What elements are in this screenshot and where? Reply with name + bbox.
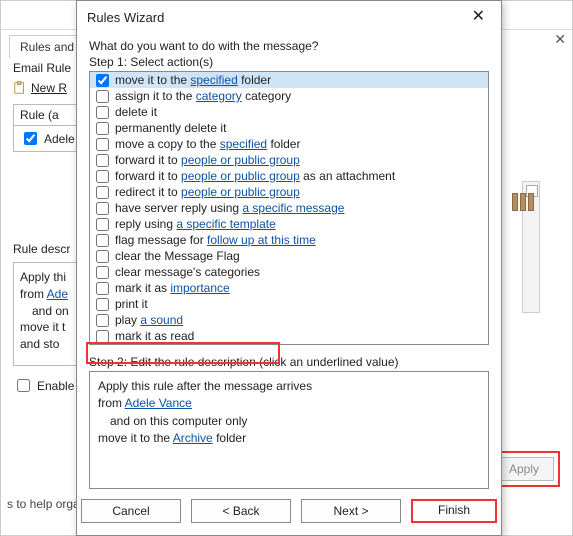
- action-link[interactable]: a sound: [140, 313, 183, 327]
- enable-checkbox[interactable]: [17, 379, 30, 392]
- action-row[interactable]: clear message's categories: [90, 264, 488, 280]
- back-button[interactable]: < Back: [191, 499, 291, 523]
- wizard-button-row: Cancel < Back Next > Finish: [77, 489, 501, 535]
- action-row[interactable]: reply using a specific template: [90, 216, 488, 232]
- action-checkbox[interactable]: [96, 106, 109, 119]
- step1-label: Step 1: Select action(s): [89, 55, 489, 69]
- wizard-prompt: What do you want to do with the message?: [89, 39, 489, 53]
- action-row[interactable]: clear the Message Flag: [90, 248, 488, 264]
- close-icon[interactable]: ✕: [554, 31, 566, 48]
- action-checkbox[interactable]: [96, 234, 109, 247]
- action-label: stop processing more rules: [115, 344, 259, 345]
- action-label: mark it as read: [115, 328, 194, 344]
- action-link[interactable]: people or public group: [181, 169, 300, 183]
- action-link[interactable]: specified: [220, 137, 267, 151]
- rule-name: Adele: [44, 132, 75, 146]
- desc-line: from Adele Vance: [98, 395, 480, 412]
- rule-enabled-checkbox[interactable]: [24, 132, 37, 145]
- desc-line: Apply this rule after the message arrive…: [98, 378, 480, 395]
- action-row[interactable]: forward it to people or public group as …: [90, 168, 488, 184]
- action-row[interactable]: mark it as read: [90, 328, 488, 344]
- action-checkbox[interactable]: [96, 266, 109, 279]
- action-row[interactable]: assign it to the category category: [90, 88, 488, 104]
- action-label: assign it to the category category: [115, 88, 291, 104]
- action-label: play a sound: [115, 312, 183, 328]
- action-checkbox[interactable]: [96, 218, 109, 231]
- action-label: move it to the specified folder: [115, 72, 271, 88]
- action-label: print it: [115, 296, 148, 312]
- action-label: clear the Message Flag: [115, 248, 240, 264]
- action-link[interactable]: a specific message: [242, 201, 344, 215]
- action-checkbox[interactable]: [96, 154, 109, 167]
- action-row[interactable]: delete it: [90, 104, 488, 120]
- action-checkbox[interactable]: [96, 298, 109, 311]
- actions-list[interactable]: move it to the specified folderassign it…: [89, 71, 489, 345]
- action-checkbox[interactable]: [96, 202, 109, 215]
- rules-wizard-dialog: Rules Wizard ✕ What do you want to do wi…: [76, 0, 502, 536]
- desc-link-folder[interactable]: Archive: [173, 431, 213, 445]
- action-label: delete it: [115, 104, 157, 120]
- finish-button[interactable]: Finish: [415, 503, 493, 517]
- action-link[interactable]: people or public group: [181, 185, 300, 199]
- action-link[interactable]: category: [196, 89, 242, 103]
- action-link[interactable]: follow up at this time: [207, 233, 316, 247]
- rule-action-icon: [512, 193, 534, 211]
- action-row[interactable]: flag message for follow up at this time: [90, 232, 488, 248]
- bg-desc-link[interactable]: Ade: [47, 287, 68, 301]
- action-row[interactable]: print it: [90, 296, 488, 312]
- action-label: forward it to people or public group as …: [115, 168, 395, 184]
- desc-link-sender[interactable]: Adele Vance: [125, 396, 192, 410]
- desc-line: and on this computer only: [98, 413, 480, 430]
- action-checkbox[interactable]: [96, 314, 109, 327]
- action-row[interactable]: redirect it to people or public group: [90, 184, 488, 200]
- finish-highlight: Finish: [411, 499, 497, 523]
- action-row[interactable]: have server reply using a specific messa…: [90, 200, 488, 216]
- action-row[interactable]: move it to the specified folder: [90, 72, 488, 88]
- next-button[interactable]: Next >: [301, 499, 401, 523]
- action-checkbox[interactable]: [96, 138, 109, 151]
- action-link[interactable]: people or public group: [181, 153, 300, 167]
- new-rule-label: New R: [31, 81, 67, 95]
- action-checkbox[interactable]: [96, 122, 109, 135]
- dialog-title: Rules Wizard: [87, 10, 164, 25]
- action-label: mark it as importance: [115, 280, 230, 296]
- action-link[interactable]: a specific template: [176, 217, 275, 231]
- action-label: permanently delete it: [115, 120, 226, 136]
- help-text: s to help orga: [7, 497, 80, 511]
- action-label: redirect it to people or public group: [115, 184, 300, 200]
- action-checkbox[interactable]: [96, 330, 109, 343]
- action-row[interactable]: move a copy to the specified folder: [90, 136, 488, 152]
- action-row[interactable]: play a sound: [90, 312, 488, 328]
- action-row[interactable]: mark it as importance: [90, 280, 488, 296]
- action-row[interactable]: stop processing more rules: [90, 344, 488, 345]
- action-checkbox[interactable]: [96, 186, 109, 199]
- action-checkbox[interactable]: [96, 170, 109, 183]
- action-label: have server reply using a specific messa…: [115, 200, 344, 216]
- step2-label: Step 2: Edit the rule description (click…: [89, 355, 489, 369]
- desc-line: move it to the Archive folder: [98, 430, 480, 447]
- action-label: clear message's categories: [115, 264, 260, 280]
- action-checkbox[interactable]: [96, 90, 109, 103]
- action-row[interactable]: forward it to people or public group: [90, 152, 488, 168]
- action-label: flag message for follow up at this time: [115, 232, 316, 248]
- close-icon[interactable]: ✕: [466, 7, 491, 27]
- cancel-button[interactable]: Cancel: [81, 499, 181, 523]
- action-checkbox[interactable]: [96, 282, 109, 295]
- action-checkbox[interactable]: [96, 250, 109, 263]
- action-link[interactable]: importance: [170, 281, 229, 295]
- action-label: forward it to people or public group: [115, 152, 300, 168]
- rule-description-editor[interactable]: Apply this rule after the message arrive…: [89, 371, 489, 489]
- new-rule-button[interactable]: New R: [13, 81, 67, 95]
- action-row[interactable]: permanently delete it: [90, 120, 488, 136]
- enable-label: Enable: [37, 379, 74, 393]
- action-label: reply using a specific template: [115, 216, 276, 232]
- action-link[interactable]: specified: [190, 73, 237, 87]
- new-rule-icon: [13, 81, 27, 95]
- apply-button[interactable]: Apply: [494, 457, 554, 481]
- action-checkbox[interactable]: [96, 74, 109, 87]
- action-label: move a copy to the specified folder: [115, 136, 300, 152]
